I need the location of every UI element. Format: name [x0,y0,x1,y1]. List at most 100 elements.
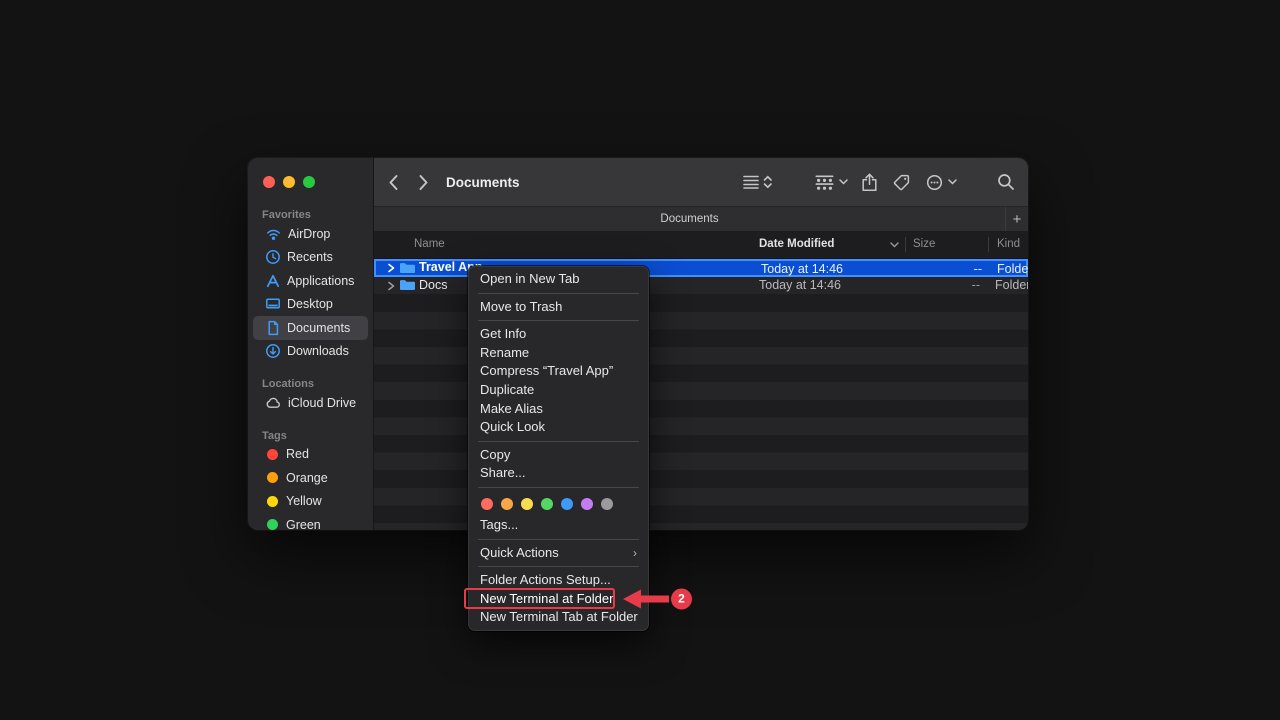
desktop-background: Favorites AirDrop Recents [0,0,1280,720]
tab-documents[interactable]: Documents [374,207,1005,231]
column-header: Name Date Modified Size Kind [374,231,1028,259]
column-divider[interactable] [905,237,906,252]
sidebar-item-label: Yellow [286,494,322,508]
menu-item-label: Tags... [480,517,518,532]
zoom-button[interactable] [303,176,315,188]
menu-item-move-to-trash[interactable]: Move to Trash [468,298,649,317]
file-size: -- [932,277,980,295]
sidebar-item-airdrop[interactable]: AirDrop [253,222,368,246]
menu-item-quick-look[interactable]: Quick Look [468,418,649,437]
yellow-tag-dot[interactable] [521,498,533,510]
sidebar-item-tag-red[interactable]: Red [253,443,368,467]
group-icon [815,175,834,190]
purple-tag-dot[interactable] [581,498,593,510]
menu-item-tags[interactable]: Tags... [468,516,649,535]
menu-separator [478,487,639,488]
menu-item-make-alias[interactable]: Make Alias [468,400,649,419]
menu-item-label: Rename [480,345,529,360]
sidebar-item-label: Red [286,447,309,461]
file-name: Docs [419,277,447,295]
menu-item-label: Duplicate [480,382,534,397]
add-tab-button[interactable]: + [1005,207,1028,231]
tag-button[interactable] [893,158,910,206]
sidebar-item-documents[interactable]: Documents [253,316,368,340]
menu-item-label: Get Info [480,326,526,341]
group-by-button[interactable] [815,158,848,206]
menu-item-compress[interactable]: Compress “Travel App” [468,362,649,381]
menu-item-rename[interactable]: Rename [468,344,649,363]
file-date: Today at 14:46 [759,277,841,295]
sidebar-item-tag-green[interactable]: Green [253,513,368,530]
file-kind: Folder [995,277,1028,295]
sidebar-item-tag-orange[interactable]: Orange [253,466,368,490]
menu-item-copy[interactable]: Copy [468,446,649,465]
view-list-button[interactable] [743,158,773,206]
menu-separator [478,293,639,294]
sidebar-section-locations: Locations [248,377,373,391]
menu-item-duplicate[interactable]: Duplicate [468,381,649,400]
menu-item-share[interactable]: Share... [468,464,649,483]
search-button[interactable] [997,158,1015,206]
chevron-right-icon [421,176,427,189]
back-button[interactable] [388,158,399,206]
green-tag-dot[interactable] [541,498,553,510]
menu-item-label: New Terminal at Folder [480,591,613,606]
menu-item-label: Copy [480,447,510,462]
yellow-tag-icon [267,496,278,507]
sidebar-item-downloads[interactable]: Downloads [253,340,368,364]
close-button[interactable] [263,176,275,188]
sidebar-item-tag-yellow[interactable]: Yellow [253,490,368,514]
column-name[interactable]: Name [414,231,445,257]
forward-button[interactable] [418,158,429,206]
tab-bar: Documents + [374,206,1028,231]
menu-item-quick-actions[interactable]: Quick Actions › [468,544,649,563]
chevron-left-icon [391,176,397,189]
sidebar-item-label: Desktop [287,297,333,311]
window-title: Documents [446,158,520,206]
gray-tag-dot[interactable] [601,498,613,510]
menu-item-label: Quick Look [480,419,545,434]
menu-item-new-terminal-at-folder[interactable]: New Terminal at Folder 2 [468,590,649,609]
menu-separator [478,320,639,321]
folder-icon [399,262,416,274]
annotation-step-badge: 2 [671,589,692,610]
column-kind[interactable]: Kind [997,231,1020,257]
menu-item-label: Move to Trash [480,299,562,314]
share-icon [861,173,878,192]
menu-item-new-terminal-tab-at-folder[interactable]: New Terminal Tab at Folder [468,608,649,627]
menu-item-label: Open in New Tab [480,271,580,286]
more-actions-button[interactable] [926,158,957,206]
sidebar-item-desktop[interactable]: Desktop [253,293,368,317]
sidebar-item-icloud-drive[interactable]: iCloud Drive [253,391,368,415]
sidebar-item-applications[interactable]: Applications [253,269,368,293]
chevron-down-icon [839,179,848,185]
menu-item-label: Compress “Travel App” [480,363,613,378]
ellipsis-circle-icon [926,174,943,191]
blue-tag-dot[interactable] [561,498,573,510]
minimize-button[interactable] [283,176,295,188]
red-tag-dot[interactable] [481,498,493,510]
document-icon [265,320,281,336]
column-date-modified[interactable]: Date Modified [759,231,834,257]
column-divider[interactable] [988,237,989,252]
menu-item-get-info[interactable]: Get Info [468,325,649,344]
menu-item-open-in-new-tab[interactable]: Open in New Tab [468,270,649,289]
menu-item-label: Share... [480,465,526,480]
list-view-icon [743,174,773,190]
share-button[interactable] [861,158,878,206]
menu-tag-colors [468,492,649,516]
sidebar-item-recents[interactable]: Recents [253,246,368,270]
red-tag-icon [267,449,278,460]
disclosure-chevron-icon[interactable] [387,281,395,291]
submenu-chevron-icon: › [633,544,637,563]
applications-icon [265,273,281,289]
traffic-lights [263,176,315,188]
green-tag-icon [267,519,278,530]
sidebar-item-label: Green [286,518,321,530]
orange-tag-dot[interactable] [501,498,513,510]
column-size[interactable]: Size [913,231,935,257]
disclosure-chevron-icon[interactable] [387,263,395,273]
cloud-icon [265,395,282,410]
menu-separator [478,539,639,540]
menu-item-label: Folder Actions Setup... [480,572,611,587]
